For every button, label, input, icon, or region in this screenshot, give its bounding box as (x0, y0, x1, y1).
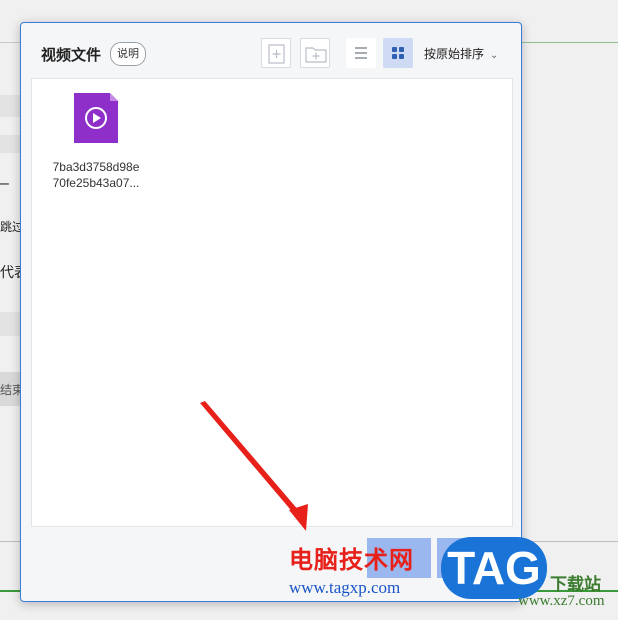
watermark-site-url: www.tagxp.com (289, 578, 401, 597)
watermark-site-name: 电脑技术网 (289, 547, 414, 574)
red-arrow-annotation (200, 401, 308, 531)
watermark-download-site: 下载站 (550, 575, 601, 594)
watermark-download-url: www.xz7.com (518, 593, 605, 609)
tag-logo-badge: TAG (441, 537, 547, 599)
